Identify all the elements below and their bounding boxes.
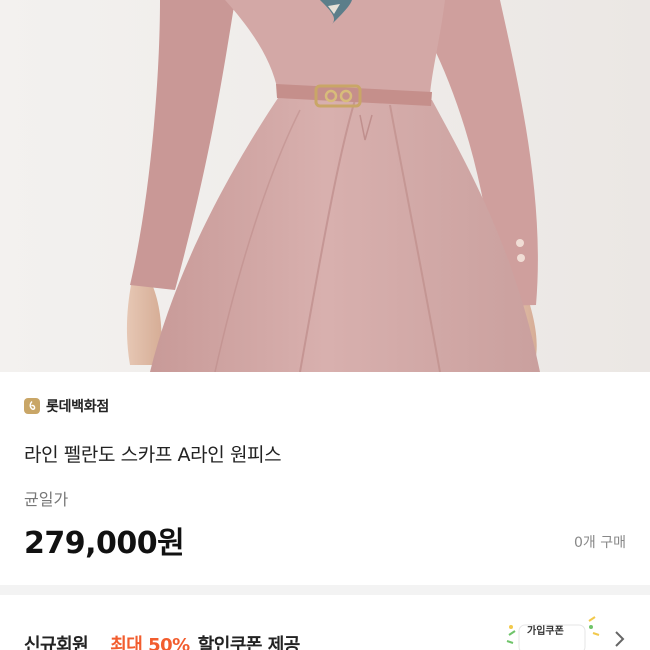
store-name[interactable]: 롯데백화점 xyxy=(46,396,109,416)
coupon-description: 할인쿠폰 제공 xyxy=(197,635,301,650)
store-row[interactable]: 롯데백화점 xyxy=(24,396,109,416)
lotte-logo-icon xyxy=(24,398,40,414)
product-title: 라인 펠란도 스카프 A라인 원피스 xyxy=(24,444,282,466)
product-image[interactable] xyxy=(0,0,650,372)
coupon-member-label: 신규회원 xyxy=(24,635,89,650)
coupon-image-label: 가입쿠폰 xyxy=(527,626,564,637)
price-label: 균일가 xyxy=(24,490,69,509)
purchase-count: 0개 구매 xyxy=(574,535,626,551)
coupon-banner-text: 신규회원 최대 50% 할인쿠폰 제공 xyxy=(24,631,300,650)
section-divider xyxy=(0,585,650,595)
product-price: 279,000원 xyxy=(24,526,185,561)
coupon-max-discount: 최대 50% xyxy=(110,635,190,650)
chevron-right-icon[interactable] xyxy=(612,630,626,648)
